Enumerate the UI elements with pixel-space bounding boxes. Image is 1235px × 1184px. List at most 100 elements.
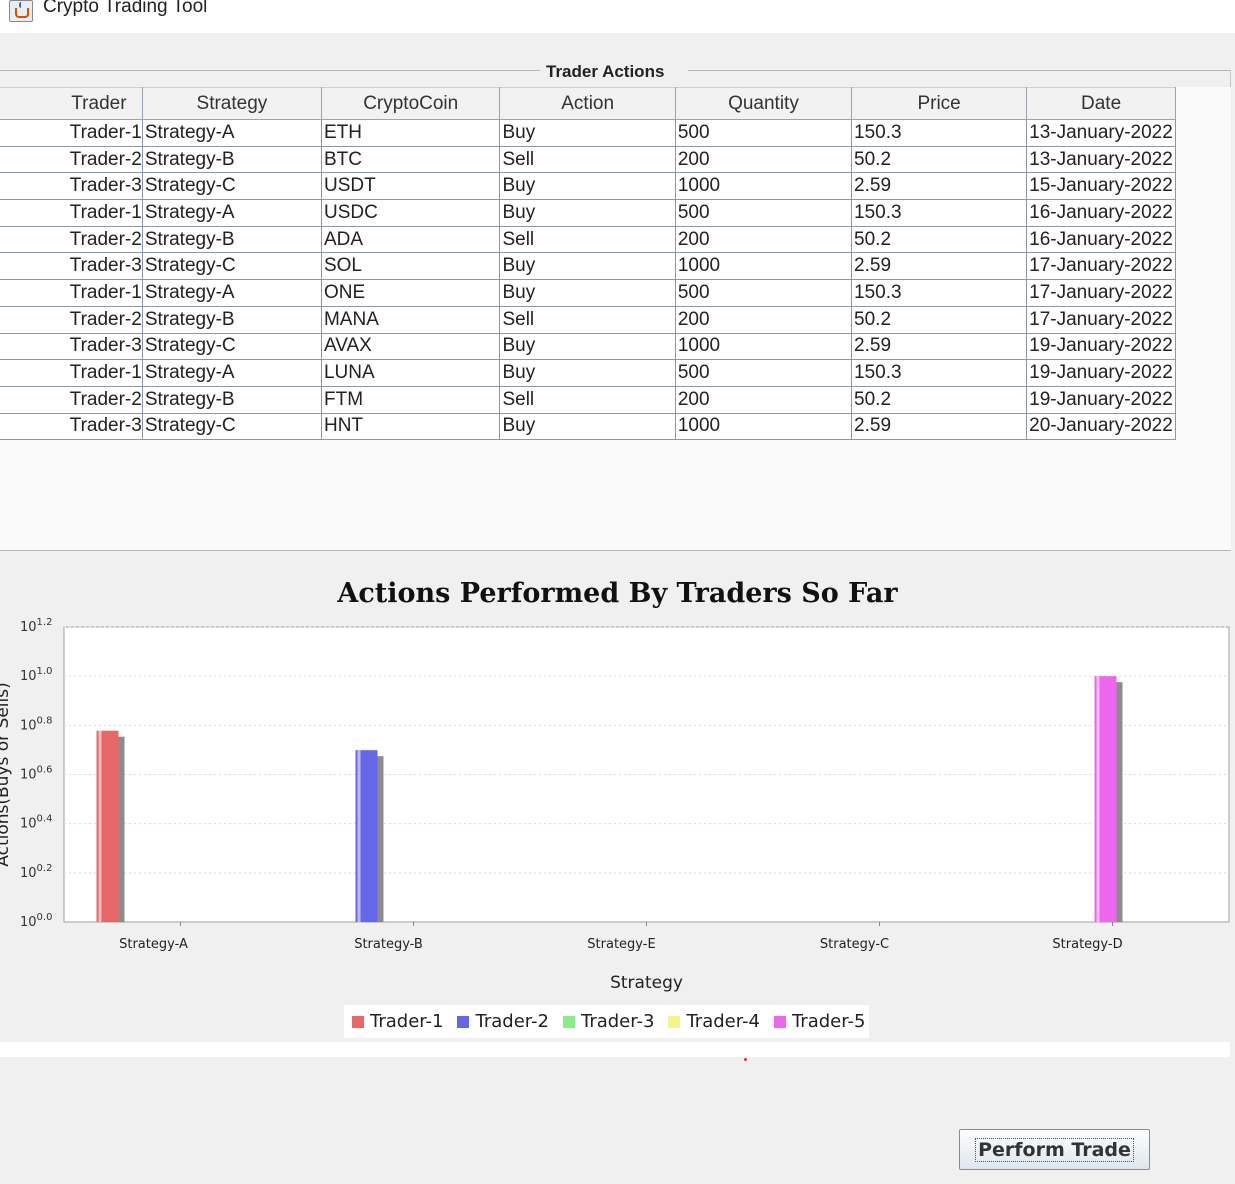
table-row[interactable]: Trader-1 Strategy-A ETH Buy 500 150.3 13-Janua… xyxy=(0,119,1176,147)
table-cell-action[interactable]: Sell xyxy=(499,305,676,334)
table-cell-price[interactable]: 150.3 xyxy=(851,119,1028,147)
table-cell-date[interactable]: 17-January-2022 xyxy=(1026,252,1176,281)
column-header-action[interactable]: Action xyxy=(499,87,676,120)
table-row[interactable]: Trader-3 Strategy-C USDT Buy 1000 2.59 15-Janu… xyxy=(0,172,1176,201)
table-cell-trader[interactable]: Trader-1 xyxy=(0,279,143,307)
table-cell-quantity[interactable]: 1000 xyxy=(674,252,853,281)
table-cell-strategy[interactable]: Strategy-B xyxy=(141,305,322,334)
table-cell-action[interactable]: Buy xyxy=(499,412,676,441)
table-cell-date[interactable]: 13-January-2022 xyxy=(1026,145,1176,174)
table-cell-date[interactable]: 16-January-2022 xyxy=(1026,199,1176,227)
table-cell-action[interactable]: Buy xyxy=(499,252,676,281)
table-cell-quantity[interactable]: 500 xyxy=(674,279,853,307)
table-cell-cryptocoin[interactable]: LUNA xyxy=(320,359,501,387)
table-row[interactable]: Trader-2 Strategy-B MANA Sell 200 50.2 17-Janu… xyxy=(0,305,1176,334)
table-cell-quantity[interactable]: 500 xyxy=(674,359,853,387)
table-cell-price[interactable]: 50.2 xyxy=(851,145,1028,174)
table-cell-quantity[interactable]: 500 xyxy=(674,199,853,227)
table-cell-cryptocoin[interactable]: BTC xyxy=(320,145,501,174)
table-cell-date[interactable]: 15-January-2022 xyxy=(1026,172,1176,201)
table-cell-trader[interactable]: Trader-1 xyxy=(0,199,143,227)
table-cell-action[interactable]: Buy xyxy=(499,172,676,201)
table-row[interactable]: Trader-1 Strategy-A ONE Buy 500 150.3 17-Janua… xyxy=(0,279,1176,307)
table-cell-strategy[interactable]: Strategy-B xyxy=(141,385,322,414)
table-cell-date[interactable]: 19-January-2022 xyxy=(1026,359,1176,387)
table-cell-price[interactable]: 50.2 xyxy=(851,225,1028,254)
table-cell-cryptocoin[interactable]: MANA xyxy=(320,305,501,334)
table-cell-quantity[interactable]: 500 xyxy=(674,119,853,147)
perform-trade-button[interactable]: Perform Trade xyxy=(959,1129,1150,1170)
column-header-trader[interactable]: Trader xyxy=(0,87,143,120)
table-cell-strategy[interactable]: Strategy-C xyxy=(141,412,322,441)
table-cell-trader[interactable]: Trader-2 xyxy=(0,145,143,174)
table-cell-action[interactable]: Buy xyxy=(499,359,676,387)
table-cell-trader[interactable]: Trader-3 xyxy=(0,332,143,361)
table-cell-cryptocoin[interactable]: ETH xyxy=(320,119,501,147)
table-cell-quantity[interactable]: 200 xyxy=(674,385,853,414)
table-row[interactable]: Trader-2 Strategy-B FTM Sell 200 50.2 19-Janua… xyxy=(0,385,1176,414)
column-header-date[interactable]: Date xyxy=(1026,87,1176,120)
table-cell-price[interactable]: 2.59 xyxy=(851,172,1028,201)
table-row[interactable]: Trader-1 Strategy-A USDC Buy 500 150.3 16-Janu… xyxy=(0,199,1176,227)
table-cell-strategy[interactable]: Strategy-C xyxy=(141,332,322,361)
table-cell-cryptocoin[interactable]: SOL xyxy=(320,252,501,281)
table-cell-action[interactable]: Sell xyxy=(499,225,676,254)
table-cell-cryptocoin[interactable]: FTM xyxy=(320,385,501,414)
table-cell-trader[interactable]: Trader-3 xyxy=(0,412,143,441)
table-cell-date[interactable]: 20-January-2022 xyxy=(1026,412,1176,441)
table-cell-strategy[interactable]: Strategy-B xyxy=(141,145,322,174)
table-row[interactable]: Trader-3 Strategy-C AVAX Buy 1000 2.59 19-Janu… xyxy=(0,332,1176,361)
table-cell-price[interactable]: 50.2 xyxy=(851,385,1028,414)
table-cell-price[interactable]: 150.3 xyxy=(851,359,1028,387)
table-cell-price[interactable]: 2.59 xyxy=(851,252,1028,281)
table-cell-action[interactable]: Sell xyxy=(499,385,676,414)
table-cell-price[interactable]: 150.3 xyxy=(851,279,1028,307)
table-cell-price[interactable]: 2.59 xyxy=(851,332,1028,361)
table-row[interactable]: Trader-1 Strategy-A LUNA Buy 500 150.3 19-Janu… xyxy=(0,359,1176,387)
table-cell-quantity[interactable]: 1000 xyxy=(674,172,853,201)
table-cell-action[interactable]: Buy xyxy=(499,332,676,361)
table-cell-price[interactable]: 2.59 xyxy=(851,412,1028,441)
table-cell-action[interactable]: Buy xyxy=(499,199,676,227)
table-cell-action[interactable]: Buy xyxy=(499,119,676,147)
table-cell-cryptocoin[interactable]: ADA xyxy=(320,225,501,254)
table-cell-date[interactable]: 13-January-2022 xyxy=(1026,119,1176,147)
table-cell-action[interactable]: Sell xyxy=(499,145,676,174)
table-row[interactable]: Trader-2 Strategy-B ADA Sell 200 50.2 16-Janua… xyxy=(0,225,1176,254)
table-cell-date[interactable]: 17-January-2022 xyxy=(1026,279,1176,307)
table-cell-strategy[interactable]: Strategy-C xyxy=(141,252,322,281)
column-header-quantity[interactable]: Quantity xyxy=(674,87,853,120)
table-cell-strategy[interactable]: Strategy-A xyxy=(141,119,322,147)
column-header-price[interactable]: Price xyxy=(851,87,1028,120)
table-cell-strategy[interactable]: Strategy-A xyxy=(141,279,322,307)
table-cell-quantity[interactable]: 1000 xyxy=(674,332,853,361)
table-cell-cryptocoin[interactable]: USDT xyxy=(320,172,501,201)
column-header-cryptocoin[interactable]: CryptoCoin xyxy=(320,87,501,120)
table-cell-trader[interactable]: Trader-3 xyxy=(0,252,143,281)
table-cell-quantity[interactable]: 200 xyxy=(674,145,853,174)
table-cell-cryptocoin[interactable]: HNT xyxy=(320,412,501,441)
table-cell-price[interactable]: 150.3 xyxy=(851,199,1028,227)
table-cell-cryptocoin[interactable]: AVAX xyxy=(320,332,501,361)
table-cell-quantity[interactable]: 200 xyxy=(674,225,853,254)
table-cell-date[interactable]: 17-January-2022 xyxy=(1026,305,1176,334)
table-cell-cryptocoin[interactable]: ONE xyxy=(320,279,501,307)
table-cell-quantity[interactable]: 1000 xyxy=(674,412,853,441)
table-cell-date[interactable]: 16-January-2022 xyxy=(1026,225,1176,254)
table-cell-strategy[interactable]: Strategy-B xyxy=(141,225,322,254)
table-cell-trader[interactable]: Trader-2 xyxy=(0,305,143,334)
table-row[interactable]: Trader-3 Strategy-C SOL Buy 1000 2.59 17-Janua… xyxy=(0,252,1176,281)
table-cell-cryptocoin[interactable]: USDC xyxy=(320,199,501,227)
table-cell-trader[interactable]: Trader-2 xyxy=(0,225,143,254)
table-cell-trader[interactable]: Trader-1 xyxy=(0,119,143,147)
table-cell-trader[interactable]: Trader-2 xyxy=(0,385,143,414)
column-header-strategy[interactable]: Strategy xyxy=(141,87,322,120)
table-cell-trader[interactable]: Trader-3 xyxy=(0,172,143,201)
table-row[interactable]: Trader-3 Strategy-C HNT Buy 1000 2.59 20-Janua… xyxy=(0,412,1176,441)
table-cell-trader[interactable]: Trader-1 xyxy=(0,359,143,387)
table-cell-action[interactable]: Buy xyxy=(499,279,676,307)
table-row[interactable]: Trader-2 Strategy-B BTC Sell 200 50.2 13-Janua… xyxy=(0,145,1176,174)
table-cell-strategy[interactable]: Strategy-A xyxy=(141,199,322,227)
table-cell-quantity[interactable]: 200 xyxy=(674,305,853,334)
table-cell-date[interactable]: 19-January-2022 xyxy=(1026,385,1176,414)
